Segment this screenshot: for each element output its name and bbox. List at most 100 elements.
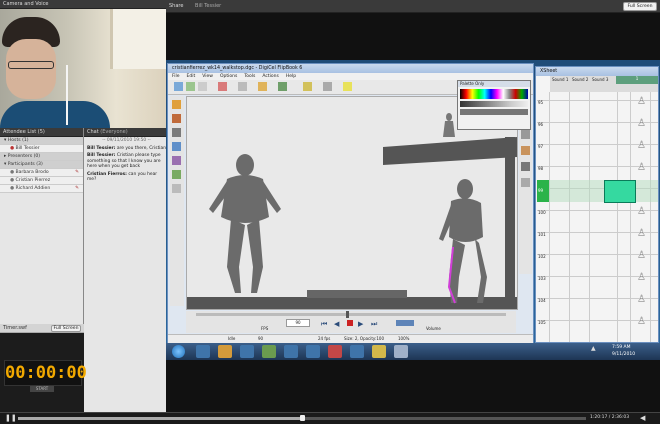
select-icon[interactable] (172, 170, 181, 179)
taskbar-app-icon[interactable] (350, 345, 364, 358)
eraser-icon[interactable] (172, 128, 181, 137)
menu-view[interactable]: View (202, 74, 213, 79)
xsheet-grid[interactable]: 95 96 97 98 99 100 101 102 103 104 105 ♙… (537, 92, 658, 342)
attendee-item[interactable]: ● Cristian Pierrez (0, 177, 83, 185)
thumbnail-icon: ♙ (637, 140, 646, 151)
chat-scope[interactable]: (Everyone) (100, 129, 127, 135)
taskbar-app-icon[interactable] (328, 345, 342, 358)
play-icon[interactable]: ▶ (358, 320, 363, 328)
attendee-item[interactable]: ● Richard Addien ✎ (0, 185, 83, 193)
thumbnail-icon: ♙ (637, 272, 646, 283)
chat-pod: Chat (Everyone) -- 09/11/2010 19:50 -- B… (84, 128, 166, 412)
group-presenters[interactable]: ▸ Presenters (0) (0, 153, 83, 161)
tool-icon[interactable] (238, 82, 247, 91)
taskbar-time[interactable]: 7:59 AM (612, 345, 631, 350)
step-back-icon[interactable]: ◀ (334, 320, 339, 328)
step-forward-icon[interactable]: ⏭ (371, 320, 377, 329)
stop-icon[interactable] (347, 320, 353, 326)
frame-slider-handle[interactable] (346, 311, 349, 318)
menu-edit[interactable]: Edit (187, 74, 196, 79)
picker-icon[interactable] (172, 156, 181, 165)
menu-tools[interactable]: Tools (244, 74, 255, 79)
taskbar-app-icon[interactable] (196, 345, 210, 358)
share-fullscreen-button[interactable]: Full Screen (623, 2, 657, 11)
volume-icon[interactable]: ◀ (640, 414, 645, 422)
taskbar-app-icon[interactable] (218, 345, 232, 358)
status-brush: Size: 2, Opacity:100 (344, 336, 384, 341)
zoom-icon[interactable] (172, 184, 181, 193)
group-hosts[interactable]: ▾ Hosts (1) (0, 137, 83, 145)
pencil-icon[interactable] (172, 114, 181, 123)
start-orb-icon[interactable] (172, 345, 185, 358)
frame-number-input[interactable]: 90 (286, 319, 310, 327)
status-frame: 90 (258, 336, 264, 341)
tool-icon[interactable] (186, 82, 195, 91)
fps-label: FPS (261, 326, 269, 331)
attendee-item[interactable]: ● Bill Tessier (0, 145, 83, 153)
tool-icon[interactable] (198, 82, 207, 91)
xsheet-col-sound1[interactable]: Sound 1 (552, 77, 568, 82)
taskbar-app-icon[interactable] (394, 345, 408, 358)
windows-taskbar: ▲ 7:59 AM 9/11/2010 (166, 343, 660, 360)
xsheet-window: XSheet Sound 1 Sound 2 Sound 3 1 95 96 9… (535, 66, 659, 343)
timer-display: 00:00:00 (4, 360, 87, 386)
tool-icon[interactable] (521, 178, 530, 187)
brush-icon[interactable] (172, 100, 181, 109)
pencil-icon: ✎ (75, 186, 79, 191)
xsheet-selected-cell[interactable] (604, 180, 636, 203)
rewind-icon[interactable]: ⏮ (321, 320, 327, 329)
hero-character-right (439, 179, 487, 304)
taskbar-app-icon[interactable] (262, 345, 276, 358)
xsheet-current-row (537, 180, 658, 202)
frame-slider[interactable] (196, 313, 506, 316)
menu-file[interactable]: File (172, 74, 180, 79)
tool-icon[interactable] (303, 82, 312, 91)
taskbar-app-icon[interactable] (306, 345, 320, 358)
chat-pod-header: Chat (Everyone) (84, 128, 166, 137)
system-tray: ▲ (591, 345, 596, 352)
taskbar-date[interactable]: 9/11/2010 (612, 352, 635, 357)
fill-icon[interactable] (172, 142, 181, 151)
palette-swatches-row3[interactable] (460, 109, 528, 115)
flipbook-left-tools (170, 96, 184, 306)
taskbar-app-icon[interactable] (284, 345, 298, 358)
menu-options[interactable]: Options (220, 74, 237, 79)
taskbar-app-icon[interactable] (372, 345, 386, 358)
timer-fullscreen-button[interactable]: Full Screen (51, 325, 81, 332)
tool-icon[interactable] (218, 82, 227, 91)
menu-actions[interactable]: Actions (262, 74, 278, 79)
tool-icon[interactable] (278, 82, 287, 91)
menu-help[interactable]: Help (286, 74, 296, 79)
xsheet-col-sound3[interactable]: Sound 3 (592, 77, 608, 82)
palette-swatches[interactable] (460, 89, 528, 99)
xsheet-row-100: 100 (538, 210, 546, 215)
taskbar-app-icon[interactable] (240, 345, 254, 358)
timer-start-button[interactable]: START (30, 386, 54, 392)
tool-icon[interactable] (258, 82, 267, 91)
thumbnail-icon: ♙ (637, 316, 646, 327)
xsheet-row-95: 95 (538, 100, 544, 105)
loop-toggle[interactable] (396, 320, 414, 326)
tool-icon[interactable] (323, 82, 332, 91)
tool-icon[interactable] (521, 130, 530, 139)
tool-icon[interactable] (343, 82, 352, 91)
tool-icon[interactable] (521, 146, 530, 155)
pause-icon[interactable]: ❚❚ (5, 414, 17, 422)
tool-icon[interactable] (521, 162, 530, 171)
group-participants[interactable]: ▾ Participants (3) (0, 161, 83, 169)
camera-pod: Camera and Voice (0, 0, 166, 128)
xsheet-col-sound2[interactable]: Sound 2 (572, 77, 588, 82)
thumbnail-icon: ♙ (637, 118, 646, 129)
flipbook-window: cristianfierrez_wk14_walkstop.dgc - Digi… (167, 63, 534, 343)
xsheet-col-1[interactable]: 1 (616, 76, 658, 84)
palette-swatches-row2[interactable] (460, 101, 528, 107)
thumbnail-icon: ♙ (637, 294, 646, 305)
ground-floor (187, 297, 517, 309)
status-fps: 24 fps (318, 336, 331, 341)
playback-timecode: 1:20:17 / 2:36:03 (590, 415, 630, 420)
attendee-item[interactable]: ● Barbara Brodo ✎ (0, 169, 83, 177)
playback-handle[interactable] (300, 415, 305, 421)
camera-pod-title: Camera and Voice (0, 0, 166, 9)
xsheet-row-103: 103 (538, 276, 546, 281)
tool-icon[interactable] (174, 82, 183, 91)
